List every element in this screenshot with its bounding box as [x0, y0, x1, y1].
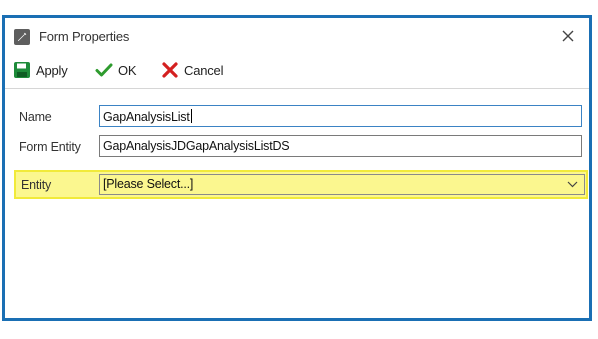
- name-value: GapAnalysisList: [103, 110, 190, 124]
- form-entity-input[interactable]: GapAnalysisJDGapAnalysisListDS: [99, 135, 582, 157]
- chevron-down-icon: [567, 181, 578, 188]
- form-properties-dialog: Form Properties Apply OK Cancel Name Gap…: [2, 15, 592, 321]
- pencil-icon: [14, 29, 30, 45]
- form-entity-label: Form Entity: [19, 140, 81, 154]
- cancel-label: Cancel: [184, 62, 224, 78]
- ok-label: OK: [118, 62, 137, 78]
- entity-row-highlight: Entity [Please Select...]: [14, 170, 588, 199]
- dialog-title: Form Properties: [39, 29, 130, 44]
- toolbar: Apply OK Cancel: [5, 54, 589, 84]
- name-input[interactable]: GapAnalysisList: [99, 105, 582, 127]
- ok-button[interactable]: OK: [95, 60, 137, 80]
- entity-label: Entity: [21, 178, 52, 192]
- cancel-button[interactable]: Cancel: [161, 60, 223, 80]
- x-icon: [162, 62, 178, 78]
- entity-select-value: [Please Select...]: [103, 177, 194, 191]
- save-icon: [14, 62, 30, 78]
- apply-button[interactable]: Apply: [13, 60, 68, 80]
- entity-select[interactable]: [Please Select...]: [99, 174, 585, 195]
- name-label: Name: [19, 110, 52, 124]
- text-caret: [190, 109, 192, 123]
- checkmark-icon: [95, 63, 113, 77]
- close-button[interactable]: [557, 25, 579, 47]
- toolbar-divider: [5, 88, 589, 89]
- title-bar: Form Properties: [5, 18, 589, 54]
- close-icon: [562, 30, 574, 42]
- apply-label: Apply: [36, 62, 68, 78]
